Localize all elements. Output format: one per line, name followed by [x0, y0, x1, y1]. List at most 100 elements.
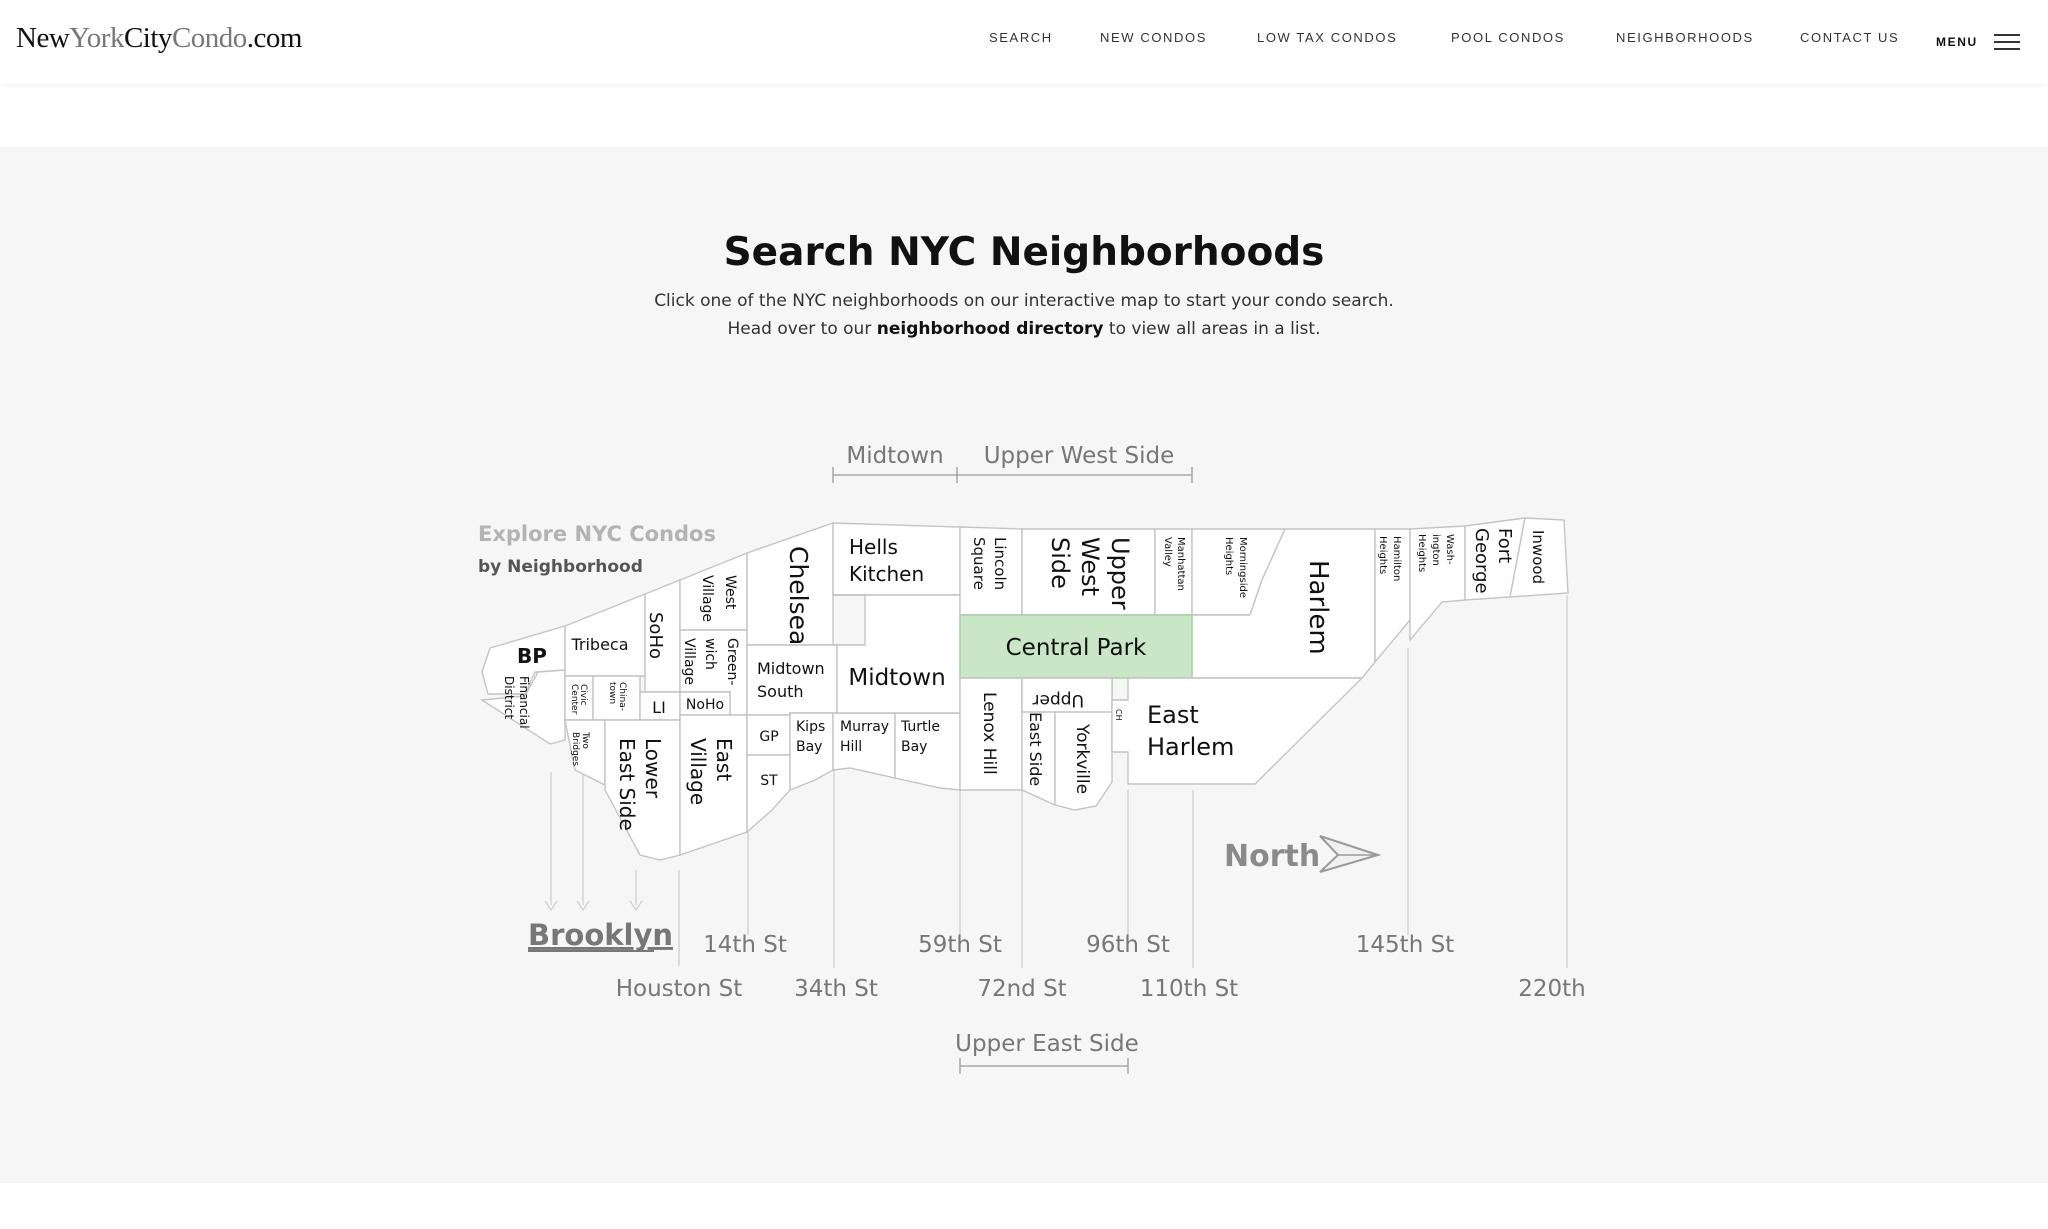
- nav-pool-condos[interactable]: POOL CONDOS: [1451, 30, 1565, 45]
- label-uws-3: Side: [1046, 537, 1074, 589]
- street-14th: 14th St: [703, 932, 787, 958]
- street-59th: 59th St: [918, 932, 1002, 958]
- label-les-2: East Side: [615, 738, 639, 831]
- hood-lincoln-square[interactable]: [959, 526, 1023, 616]
- region-label-upper-west-side[interactable]: Upper West Side: [984, 443, 1175, 469]
- nav-new-condos[interactable]: NEW CONDOS: [1100, 30, 1207, 45]
- label-tribeca: Tribeca: [570, 635, 628, 654]
- manhattan-neighborhood-map: Explore NYC Condos by Neighborhood Midto…: [478, 443, 1586, 1074]
- label-lenox: Lenox Hill: [979, 692, 999, 775]
- north-label: North: [1224, 839, 1320, 874]
- label-eh-2: Harlem: [1147, 733, 1234, 761]
- neighborhood-shapes: [479, 517, 1569, 861]
- label-mh-1: Morningside: [1237, 537, 1248, 598]
- label-wh-1: Wash-: [1444, 534, 1455, 565]
- region-label-upper-east-side[interactable]: Upper East Side: [955, 1031, 1139, 1057]
- label-china-1: China-: [617, 682, 627, 711]
- nav-low-tax-condos[interactable]: LOW TAX CONDOS: [1257, 30, 1397, 45]
- label-gp: GP: [759, 729, 778, 745]
- street-34th: 34th St: [794, 976, 878, 1002]
- label-ev-2: Village: [686, 738, 710, 805]
- label-ch: CH: [1114, 709, 1123, 721]
- label-ms-1: Midtown: [757, 659, 825, 678]
- hood-midtown[interactable]: [833, 594, 961, 714]
- explore-subtitle: by Neighborhood: [478, 557, 643, 577]
- upper-west-side-bracket: [957, 467, 1193, 483]
- region-label-midtown[interactable]: Midtown: [846, 443, 943, 469]
- street-72nd: 72nd St: [977, 976, 1066, 1002]
- hamburger-icon: [1993, 33, 2020, 51]
- label-fg-2: George: [1471, 528, 1492, 594]
- label-two-1: Two: [580, 731, 590, 749]
- upper-east-side-bracket: [959, 1058, 1129, 1074]
- label-hk-2: Kitchen: [849, 562, 924, 586]
- label-central-park: Central Park: [1006, 635, 1147, 661]
- label-midtown: Midtown: [848, 665, 945, 691]
- label-ues-1: Upper: [1033, 690, 1084, 710]
- street-110th: 110th St: [1140, 976, 1238, 1002]
- label-turtle-2: Bay: [901, 739, 927, 755]
- street-houston: Houston St: [616, 976, 743, 1002]
- explore-title: Explore NYC Condos: [478, 522, 716, 546]
- label-soho: SoHo: [645, 612, 666, 659]
- label-lincoln-2: Square: [970, 537, 988, 590]
- hood-east-harlem[interactable]: [1111, 677, 1364, 785]
- label-yorkville: Yorkville: [1072, 723, 1092, 794]
- label-lincoln-1: Lincoln: [991, 537, 1009, 590]
- label-murray-2: Hill: [840, 739, 862, 755]
- label-mv-2: Valley: [1162, 537, 1173, 567]
- street-96th: 96th St: [1086, 932, 1170, 958]
- label-financial-2: District: [502, 676, 516, 719]
- label-hk-1: Hells: [849, 535, 898, 559]
- label-li: LI: [652, 698, 666, 717]
- label-harlem: Harlem: [1303, 560, 1333, 655]
- hood-midtown-south[interactable]: [746, 644, 838, 716]
- label-ues-2: East Side: [1026, 712, 1045, 786]
- label-china-2: town: [607, 682, 617, 704]
- street-220th: 220th: [1518, 976, 1586, 1002]
- label-financial-1: Financial: [517, 676, 531, 729]
- label-wv-2: Village: [699, 575, 715, 622]
- label-hh-2: Heights: [1377, 536, 1388, 574]
- site-header: NewYorkCityCondo.com SEARCH NEW CONDOS L…: [0, 0, 2048, 84]
- label-inwood: Inwood: [1529, 530, 1547, 584]
- label-civic-2: Center: [569, 684, 579, 715]
- brooklyn-link[interactable]: Brooklyn: [528, 918, 673, 952]
- label-hh-1: Hamilton: [1391, 536, 1402, 581]
- street-145th: 145th St: [1356, 932, 1454, 958]
- label-two-2: Bridges: [570, 732, 580, 766]
- label-bp: BP: [517, 644, 547, 668]
- menu-button[interactable]: MENU: [1936, 32, 2020, 52]
- label-chelsea: Chelsea: [784, 546, 813, 645]
- midtown-bracket: [832, 467, 958, 483]
- street-labels: 14th St Houston St 34th St 59th St 72nd …: [616, 932, 1586, 1002]
- main-nav: SEARCH NEW CONDOS LOW TAX CONDOS POOL CO…: [0, 30, 2048, 50]
- nav-contact-us[interactable]: CONTACT US: [1800, 30, 1899, 45]
- label-kips-1: Kips: [796, 719, 825, 735]
- menu-label: MENU: [1936, 35, 1978, 49]
- nav-search[interactable]: SEARCH: [989, 30, 1053, 45]
- label-eh-1: East: [1147, 701, 1199, 729]
- label-murray-1: Murray: [840, 719, 889, 735]
- label-gv-1: Green-: [724, 638, 740, 685]
- label-wh-3: Heights: [1416, 534, 1427, 572]
- label-gv-3: Village: [681, 638, 697, 685]
- label-noho: NoHo: [686, 697, 724, 713]
- label-fg-1: Fort: [1494, 528, 1515, 563]
- label-gv-2: wich: [702, 638, 718, 670]
- label-wv-1: West: [722, 575, 738, 610]
- hood-stuyvesant-town[interactable]: [746, 754, 791, 834]
- label-st: ST: [760, 773, 778, 789]
- label-kips-2: Bay: [796, 739, 822, 755]
- label-wh-2: ington: [1430, 534, 1441, 566]
- label-uws-2: West: [1076, 537, 1104, 596]
- label-ev-1: East: [712, 738, 736, 781]
- label-uws-1: Upper: [1106, 537, 1134, 610]
- label-turtle-1: Turtle: [900, 719, 940, 735]
- label-les-1: Lower: [641, 738, 665, 799]
- label-mh-2: Heights: [1223, 537, 1234, 575]
- nav-neighborhoods[interactable]: NEIGHBORHOODS: [1616, 30, 1754, 45]
- label-ms-2: South: [757, 682, 804, 701]
- north-arrow-icon: [1319, 835, 1382, 873]
- label-mv-1: Manhattan: [1175, 537, 1186, 591]
